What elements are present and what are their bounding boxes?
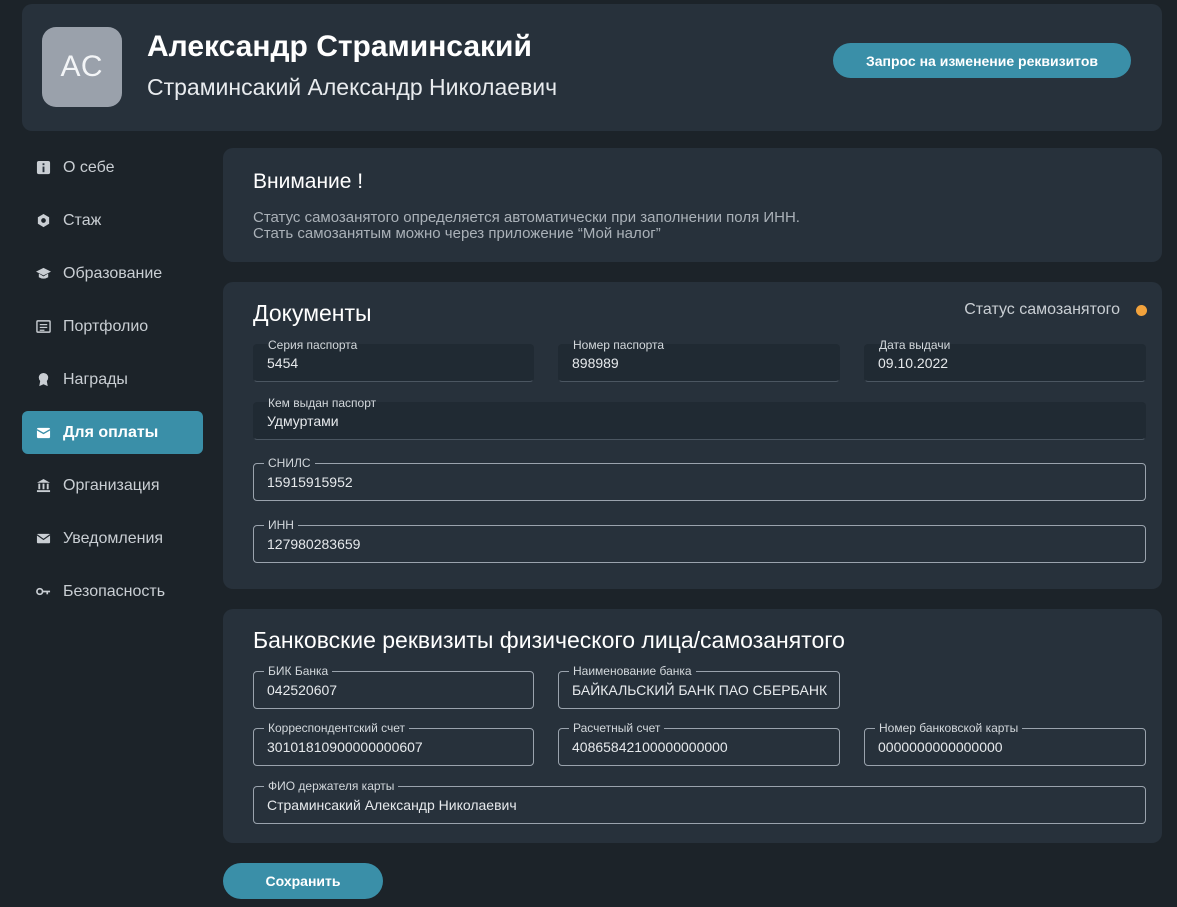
avatar: АС: [42, 27, 122, 107]
envelope-icon: [35, 531, 51, 547]
passport-series-field[interactable]: Серия паспорта 5454: [253, 338, 534, 382]
sidebar-item-payment[interactable]: Для оплаты: [22, 411, 203, 454]
sidebar-item-organization[interactable]: Организация: [22, 464, 203, 507]
field-value: 40865842100000000000: [572, 739, 728, 755]
field-label: Номер паспорта: [573, 338, 665, 352]
field-label: Расчетный счет: [569, 721, 665, 735]
field-label: Наименование банка: [569, 664, 696, 678]
passport-number-field[interactable]: Номер паспорта 898989: [558, 338, 840, 382]
field-label: Номер банковской карты: [875, 721, 1023, 735]
field-value: Удмуртами: [267, 413, 339, 429]
sidebar-item-about[interactable]: О себе: [22, 146, 203, 189]
field-label: Кем выдан паспорт: [268, 396, 377, 410]
bank-details-title: Банковские реквизиты физического лица/са…: [253, 627, 845, 653]
field-value: 127980283659: [267, 536, 361, 552]
graduation-cap-icon: [35, 266, 51, 282]
sidebar-item-label: Безопасность: [63, 582, 166, 600]
field-value: БАЙКАЛЬСКИЙ БАНК ПАО СБЕРБАНК: [572, 682, 828, 698]
notice-line: Статус самозанятого определяется автомат…: [253, 209, 800, 226]
notice-line: Стать самозанятым можно через приложение…: [253, 225, 661, 242]
field-value: 15915915952: [267, 474, 353, 490]
bank-details-panel: Банковские реквизиты физического лица/са…: [223, 609, 1162, 843]
field-value: 898989: [572, 355, 619, 371]
notice-text: Статус самозанятого определяется автомат…: [253, 210, 800, 242]
notice-panel: Внимание ! Статус самозанятого определяе…: [223, 148, 1162, 262]
field-value: 09.10.2022: [878, 355, 949, 371]
sidebar-item-portfolio[interactable]: Портфолио: [22, 305, 203, 348]
self-employed-status: Статус самозанятого: [964, 301, 1147, 319]
wallet-icon: [35, 425, 51, 441]
sidebar-item-label: Образование: [63, 264, 163, 282]
documents-panel: Документы Статус самозанятого Серия пасп…: [223, 282, 1162, 589]
field-label: Серия паспорта: [268, 338, 358, 352]
issue-date-field[interactable]: Дата выдачи 09.10.2022: [864, 338, 1146, 382]
bank-icon: [35, 478, 51, 494]
sidebar-item-notifications[interactable]: Уведомления: [22, 517, 203, 560]
profile-full-name: Страминсакий Александр Николаевич: [147, 74, 558, 100]
sidebar-item-label: Портфолио: [63, 317, 149, 335]
snils-field[interactable]: СНИЛС 15915915952: [253, 456, 1146, 501]
card-holder-field[interactable]: ФИО держателя карты Страминсакий Алексан…: [253, 779, 1146, 824]
sidebar-item-label: О себе: [63, 158, 115, 176]
key-icon: [35, 584, 51, 600]
field-value: 5454: [267, 355, 299, 371]
sidebar-item-education[interactable]: Образование: [22, 252, 203, 295]
field-value: 0000000000000000: [878, 739, 1003, 755]
status-label: Статус самозанятого: [964, 301, 1120, 318]
info-icon: [35, 160, 51, 176]
sidebar: О себе Стаж Образование Портфолио Наград…: [22, 146, 203, 623]
field-value: Страминсакий Александр Николаевич: [267, 797, 517, 813]
save-button[interactable]: Сохранить: [223, 863, 383, 899]
inn-field[interactable]: ИНН 127980283659: [253, 518, 1146, 563]
sidebar-item-security[interactable]: Безопасность: [22, 570, 203, 613]
field-label: ФИО держателя карты: [264, 779, 399, 793]
sidebar-item-experience[interactable]: Стаж: [22, 199, 203, 242]
field-label: Корреспондентский счет: [264, 721, 410, 735]
sidebar-item-label: Награды: [63, 370, 128, 388]
issued-by-field[interactable]: Кем выдан паспорт Удмуртами: [253, 396, 1146, 440]
correspondent-account-field[interactable]: Корреспондентский счет 30101810900000000…: [253, 721, 534, 766]
hexagon-icon: [35, 213, 51, 229]
award-icon: [35, 372, 51, 388]
field-label: СНИЛС: [264, 456, 315, 470]
document-icon: [35, 319, 51, 335]
profile-name: Александр Страминсакий: [147, 30, 532, 63]
card-number-field[interactable]: Номер банковской карты 0000000000000000: [864, 721, 1146, 766]
field-label: БИК Банка: [264, 664, 333, 678]
request-change-button[interactable]: Запрос на изменение реквизитов: [833, 43, 1131, 78]
settlement-account-field[interactable]: Расчетный счет 40865842100000000000: [558, 721, 840, 766]
bank-name-field[interactable]: Наименование банка БАЙКАЛЬСКИЙ БАНК ПАО …: [558, 664, 840, 709]
sidebar-item-awards[interactable]: Награды: [22, 358, 203, 401]
notice-title: Внимание !: [253, 170, 364, 193]
sidebar-item-label: Уведомления: [63, 529, 164, 547]
sidebar-item-label: Организация: [63, 476, 160, 494]
documents-title: Документы: [253, 300, 372, 326]
bik-field[interactable]: БИК Банка 042520607: [253, 664, 534, 709]
field-label: ИНН: [264, 518, 298, 532]
sidebar-item-label: Для оплаты: [63, 423, 159, 441]
profile-header: АС Александр Страминсакий Страминсакий А…: [22, 4, 1162, 131]
status-indicator: [1136, 304, 1147, 316]
field-value: 30101810900000000607: [267, 739, 423, 755]
sidebar-item-label: Стаж: [63, 211, 102, 229]
field-label: Дата выдачи: [879, 338, 951, 352]
field-value: 042520607: [267, 682, 338, 698]
